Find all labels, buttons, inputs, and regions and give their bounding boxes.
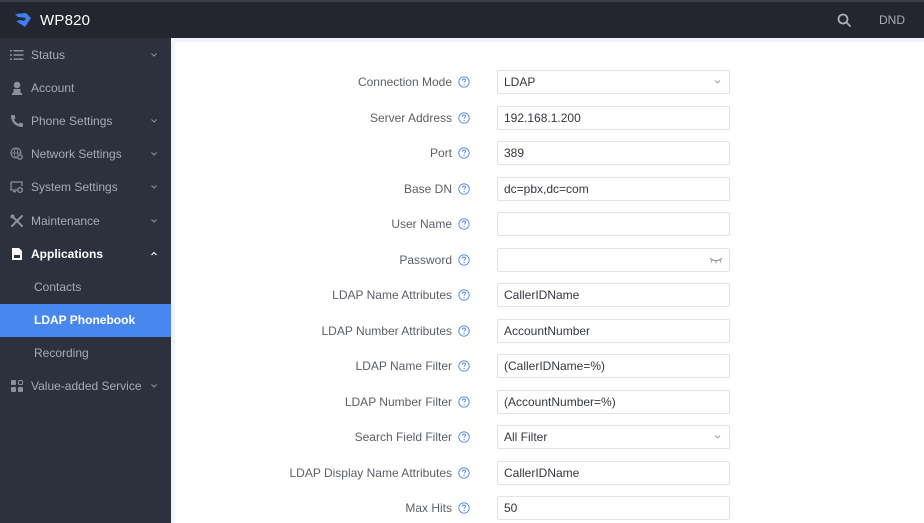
sidebar-item-phone-settings[interactable]: Phone Settings — [0, 104, 171, 137]
field-label: LDAP Name Filter — [355, 359, 452, 373]
user-icon — [10, 81, 24, 95]
user-name-input[interactable] — [497, 212, 730, 236]
help-icon[interactable] — [458, 360, 470, 372]
form-row-max-hits: Max Hits — [175, 496, 924, 520]
sidebar-item-network-settings[interactable]: Network Settings — [0, 138, 171, 171]
form-row-ldap-display-name-attributes: LDAP Display Name Attributes — [175, 460, 924, 485]
sidebar-subitem-recording[interactable]: Recording — [0, 337, 171, 370]
sidebar-item-system-settings[interactable]: System Settings — [0, 171, 171, 204]
field-label: User Name — [391, 217, 452, 231]
form-row-search-field-filter: Search Field Filter All Filter — [175, 425, 924, 449]
sidebar-item-label: Status — [31, 47, 66, 62]
monitor-gear-icon — [10, 180, 24, 194]
sidebar-item-label: System Settings — [31, 180, 118, 195]
ldap-phonebook-form: Connection Mode LDAP Server Address Port… — [171, 38, 924, 523]
sidebar-item-label: Network Settings — [31, 147, 122, 162]
field-label: Base DN — [403, 181, 452, 196]
sidebar-item-label: Applications — [31, 246, 104, 261]
chevron-down-icon — [151, 384, 157, 389]
field-label: Server Address — [369, 110, 452, 125]
chevron-down-icon — [151, 185, 157, 190]
help-icon[interactable] — [458, 111, 470, 124]
chevron-down-icon — [151, 52, 157, 57]
ldap-display-name-attributes-input[interactable] — [497, 460, 730, 485]
form-row-ldap-name-filter: LDAP Name Filter — [175, 354, 924, 378]
top-bar: WP820 DND — [0, 0, 924, 38]
brand-logo-icon — [15, 13, 31, 27]
tools-icon — [10, 214, 24, 228]
help-icon[interactable] — [458, 147, 470, 159]
sidebar-item-label: Phone Settings — [31, 113, 113, 128]
field-label: Search Field Filter — [354, 430, 452, 444]
sidebar-subitem-ldap-phonebook[interactable]: LDAP Phonebook — [0, 303, 171, 337]
help-icon[interactable] — [458, 253, 470, 266]
help-icon[interactable] — [458, 395, 470, 408]
help-icon[interactable] — [458, 182, 470, 195]
help-icon[interactable] — [458, 324, 470, 337]
form-row-password: Password — [175, 247, 924, 272]
help-icon[interactable] — [458, 466, 470, 479]
search-field-filter-select[interactable]: All Filter — [497, 425, 730, 449]
chevron-down-icon — [151, 218, 157, 223]
form-row-connection-mode: Connection Mode LDAP — [175, 70, 924, 94]
form-row-ldap-name-attributes: LDAP Name Attributes — [175, 283, 924, 307]
form-row-ldap-number-attributes: LDAP Number Attributes — [175, 318, 924, 343]
connection-mode-select[interactable]: LDAP — [497, 70, 730, 94]
help-icon[interactable] — [458, 76, 470, 88]
help-icon[interactable] — [458, 218, 470, 230]
chevron-down-icon — [151, 119, 157, 123]
ldap-number-attributes-input[interactable] — [497, 318, 730, 343]
sidebar-nav: Status Account Phone Settings Network Se… — [0, 38, 171, 523]
form-row-server-address: Server Address — [175, 105, 924, 130]
ldap-name-attributes-input[interactable] — [497, 283, 730, 307]
chevron-down-icon — [151, 152, 157, 156]
sidebar-item-status[interactable]: Status — [0, 38, 171, 71]
phone-icon — [10, 114, 24, 128]
selected-value: LDAP — [504, 75, 536, 89]
password-input[interactable] — [497, 247, 730, 272]
sidebar-item-label: Account — [31, 80, 75, 95]
chevron-up-icon — [151, 251, 157, 256]
field-label: LDAP Number Attributes — [321, 323, 452, 338]
field-label: Port — [429, 146, 452, 160]
sidebar-item-applications[interactable]: Applications — [0, 237, 171, 270]
field-label: LDAP Name Attributes — [332, 288, 452, 302]
list-icon — [10, 48, 24, 62]
brand-name: WP820 — [40, 11, 91, 29]
field-label: LDAP Display Name Attributes — [289, 465, 452, 480]
form-row-user-name: User Name — [175, 212, 924, 236]
sidebar-item-account[interactable]: Account — [0, 71, 171, 104]
form-row-ldap-number-filter: LDAP Number Filter — [175, 389, 924, 414]
ldap-name-filter-input[interactable] — [497, 354, 730, 378]
help-icon[interactable] — [458, 431, 470, 443]
help-icon[interactable] — [458, 289, 470, 301]
selected-value: All Filter — [504, 430, 548, 444]
ldap-number-filter-input[interactable] — [497, 389, 730, 414]
globe-gear-icon — [10, 147, 24, 161]
logo[interactable]: WP820 — [14, 12, 90, 29]
field-label: Connection Mode — [357, 75, 452, 89]
dnd-toggle[interactable]: DND — [879, 13, 905, 27]
sidebar-subitem-contacts[interactable]: Contacts — [0, 270, 171, 303]
sidebar-item-label: Value-added Service — [31, 379, 142, 394]
help-icon[interactable] — [458, 502, 470, 514]
document-icon — [10, 247, 24, 261]
field-label: Max Hits — [405, 501, 452, 515]
sidebar-item-maintenance[interactable]: Maintenance — [0, 204, 171, 237]
max-hits-input[interactable] — [497, 496, 730, 520]
chevron-down-icon — [714, 435, 721, 439]
sidebar-item-label: Maintenance — [31, 213, 100, 228]
eye-closed-icon[interactable] — [709, 256, 723, 264]
field-label: Password — [399, 252, 452, 267]
form-row-base-dn: Base DN — [175, 176, 924, 201]
field-label: LDAP Number Filter — [344, 394, 452, 409]
apps-grid-icon — [10, 379, 24, 393]
port-input[interactable] — [497, 141, 730, 165]
form-row-port: Port — [175, 141, 924, 165]
server-address-input[interactable] — [497, 105, 730, 130]
search-icon[interactable] — [837, 13, 851, 27]
sidebar-item-value-added-service[interactable]: Value-added Service — [0, 370, 171, 403]
base-dn-input[interactable] — [497, 176, 730, 201]
chevron-down-icon — [714, 80, 721, 84]
